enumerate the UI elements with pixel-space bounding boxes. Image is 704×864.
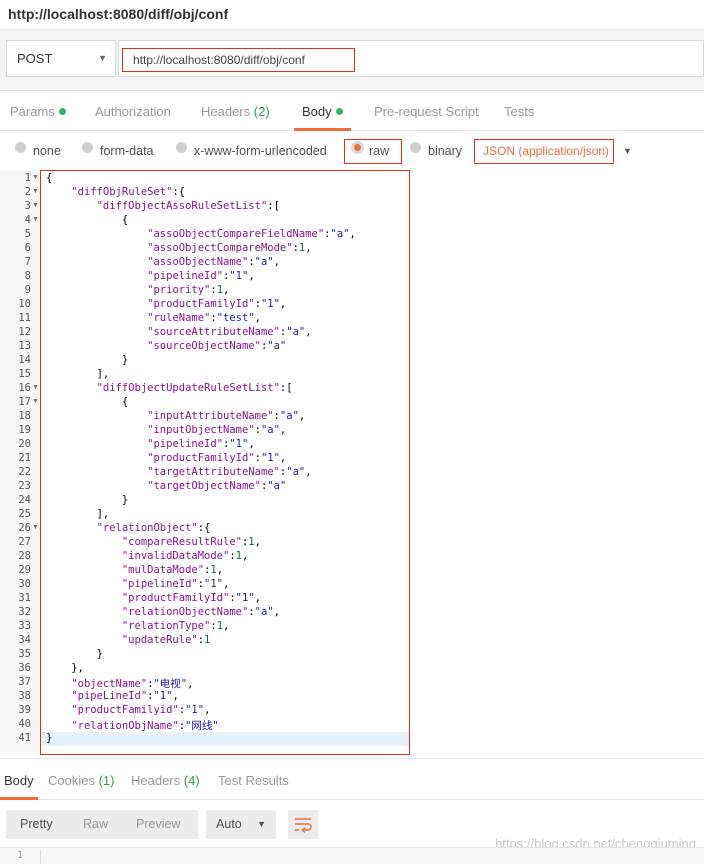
response-headers-count: (4) xyxy=(183,773,200,788)
line-number: 12 xyxy=(18,326,31,338)
label-form-data: form-data xyxy=(100,144,154,158)
line-number: 34 xyxy=(18,634,31,646)
line-number: 22 xyxy=(18,466,31,478)
line-number: 15 xyxy=(18,368,31,380)
radio-form-data[interactable] xyxy=(82,142,93,153)
tab-cookies[interactable]: Cookies (1) xyxy=(48,759,114,799)
preview-button[interactable]: Preview xyxy=(136,810,180,839)
fold-toggle-icon[interactable]: ▼ xyxy=(32,524,39,531)
line-number: 5 xyxy=(24,228,31,240)
chevron-down-icon: ▼ xyxy=(623,146,632,156)
pretty-button[interactable]: Pretty xyxy=(20,810,53,839)
line-number: 2 xyxy=(24,186,31,198)
fold-toggle-icon[interactable]: ▼ xyxy=(32,188,39,195)
line-number: 29 xyxy=(18,564,31,576)
chevron-down-icon: ▼ xyxy=(257,819,266,829)
fold-toggle-icon[interactable]: ▼ xyxy=(32,216,39,223)
line-number: 32 xyxy=(18,606,31,618)
line-number: 41 xyxy=(18,732,31,744)
tab-body[interactable]: Body xyxy=(294,92,351,131)
label-none: none xyxy=(33,144,61,158)
line-number: 25 xyxy=(18,508,31,520)
chevron-down-icon: ▼ xyxy=(98,53,107,63)
format-select[interactable]: Auto ▼ xyxy=(206,810,276,839)
radio-binary[interactable] xyxy=(410,142,421,153)
line-number: 33 xyxy=(18,620,31,632)
tab-tests[interactable]: Tests xyxy=(504,92,534,130)
line-number: 19 xyxy=(18,424,31,436)
line-number: 39 xyxy=(18,704,31,716)
line-number: 31 xyxy=(18,592,31,604)
body-status-dot xyxy=(335,108,343,116)
response-editor[interactable]: 1 xyxy=(0,847,704,864)
radio-none[interactable] xyxy=(15,142,26,153)
line-number: 35 xyxy=(18,648,31,660)
raw-button[interactable]: Raw xyxy=(83,810,108,839)
line-number: 6 xyxy=(24,242,31,254)
tab-params[interactable]: Params xyxy=(10,92,66,130)
line-number: 18 xyxy=(18,410,31,422)
tab-params-label: Params xyxy=(10,104,55,119)
line-number: 27 xyxy=(18,536,31,548)
line-number: 20 xyxy=(18,438,31,450)
line-number: 40 xyxy=(18,718,31,730)
body-highlight-box xyxy=(40,170,410,755)
tab-test-results[interactable]: Test Results xyxy=(218,759,289,799)
tab-authorization[interactable]: Authorization xyxy=(95,92,171,130)
wrap-icon xyxy=(295,818,312,834)
line-number: 26 xyxy=(18,522,31,534)
window-title: http://localhost:8080/diff/obj/conf xyxy=(0,0,704,30)
line-number: 1 xyxy=(24,172,31,184)
line-number: 28 xyxy=(18,550,31,562)
line-number: 38 xyxy=(18,690,31,702)
fold-toggle-icon[interactable]: ▼ xyxy=(32,398,39,405)
line-number: 4 xyxy=(24,214,31,226)
method-label: POST xyxy=(17,51,53,66)
response-tabs: Body Cookies (1) Headers (4) Test Result… xyxy=(0,758,704,800)
url-value[interactable]: http://localhost:8080/diff/obj/conf xyxy=(122,48,355,72)
label-binary: binary xyxy=(428,144,463,158)
tab-prerequest-script[interactable]: Pre-request Script xyxy=(374,92,479,130)
tab-response-headers[interactable]: Headers (4) xyxy=(131,759,200,799)
line-number: 8 xyxy=(24,270,31,282)
fold-toggle-icon[interactable]: ▼ xyxy=(32,174,39,181)
fold-toggle-icon[interactable]: ▼ xyxy=(32,384,39,391)
label-urlencoded: x-www-form-urlencoded xyxy=(194,144,327,158)
method-select[interactable]: POST ▼ xyxy=(6,40,116,77)
wrap-lines-button[interactable] xyxy=(288,810,318,839)
line-number: 17 xyxy=(18,396,31,408)
line-number: 9 xyxy=(24,284,31,296)
line-number: 13 xyxy=(18,340,31,352)
line-number: 37 xyxy=(18,676,31,688)
params-status-dot xyxy=(58,108,66,116)
line-number: 24 xyxy=(18,494,31,506)
line-number: 16 xyxy=(18,382,31,394)
tab-response-headers-label: Headers xyxy=(131,773,181,788)
radio-urlencoded[interactable] xyxy=(176,142,187,153)
tab-cookies-label: Cookies xyxy=(48,773,95,788)
line-number: 36 xyxy=(18,662,31,674)
tab-response-body[interactable]: Body xyxy=(0,759,38,800)
tab-body-label: Body xyxy=(302,104,332,119)
request-tabs: Params Authorization Headers (2) Body Pr… xyxy=(0,92,704,131)
line-number: 10 xyxy=(18,298,31,310)
content-type-select[interactable]: JSON (application/json) xyxy=(474,139,614,164)
raw-highlight-box xyxy=(344,139,402,164)
line-number: 7 xyxy=(24,256,31,268)
view-mode-group: Pretty Raw Preview xyxy=(6,810,198,839)
cookies-count: (1) xyxy=(98,773,115,788)
line-number: 21 xyxy=(18,452,31,464)
line-number: 11 xyxy=(18,312,31,324)
line-number: 30 xyxy=(18,578,31,590)
line-number: 3 xyxy=(24,200,31,212)
format-label: Auto xyxy=(216,817,242,831)
headers-count: (2) xyxy=(253,104,270,119)
tab-headers-label: Headers xyxy=(201,104,251,119)
line-number: 14 xyxy=(18,354,31,366)
response-line-number: 1 xyxy=(0,850,41,864)
tab-headers[interactable]: Headers (2) xyxy=(201,92,270,130)
line-number: 23 xyxy=(18,480,31,492)
fold-toggle-icon[interactable]: ▼ xyxy=(32,202,39,209)
